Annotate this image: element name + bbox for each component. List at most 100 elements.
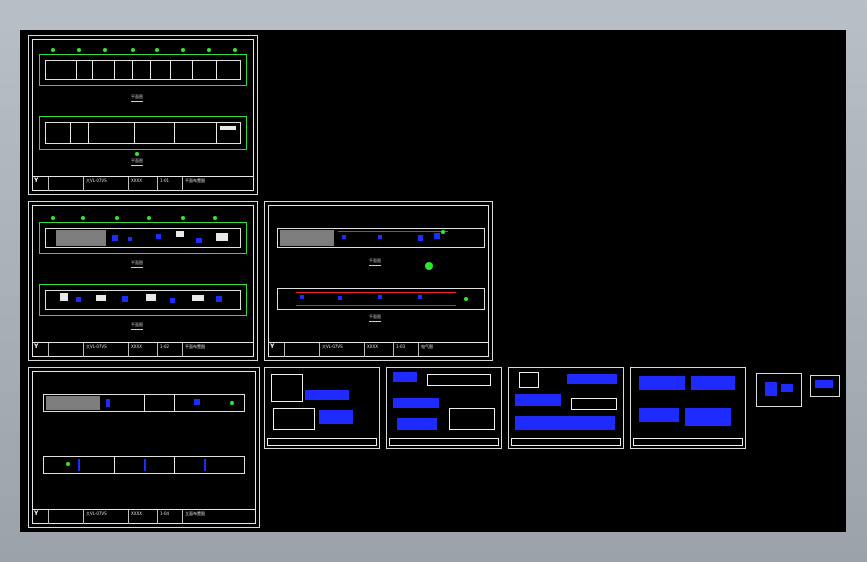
wall (216, 123, 217, 143)
thumb-sheet-1[interactable] (756, 373, 802, 407)
title-block-company (285, 343, 320, 357)
elevation-lower[interactable] (43, 456, 245, 474)
annotation (378, 235, 382, 239)
drawing-sheet-2[interactable]: 平面图 平面图 Y 大VL-07VS XXXX 1-02 平面布置图 (28, 201, 258, 361)
floor-plan-upper[interactable] (45, 228, 241, 248)
axis-marker (155, 48, 159, 52)
title-block-project: 大VL-07VS (84, 343, 129, 357)
title-strip (511, 438, 621, 446)
detail-drawing (571, 398, 617, 410)
highlighted-area (46, 396, 100, 410)
axis-marker (213, 216, 217, 220)
axis-marker (103, 48, 107, 52)
drawing-sheet-1[interactable]: 平面图 平面图 Y 大VL-07VS XXXX 1-01 平面布置图 (28, 35, 258, 195)
title-block-sheet-no: 1-01 (158, 177, 183, 191)
annotation (515, 416, 615, 430)
detail-sheet-4[interactable] (630, 367, 746, 449)
annotation (765, 382, 777, 396)
wall (216, 233, 228, 241)
annotation (216, 296, 222, 302)
fixture (96, 295, 106, 301)
title-block-company (49, 343, 84, 357)
plan-caption: 平面图 (131, 158, 143, 166)
floor-plan-lower[interactable] (277, 288, 485, 310)
annotation (128, 237, 132, 241)
plan-caption: 平面图 (131, 322, 143, 330)
floor-plan-lower[interactable] (45, 290, 241, 310)
axis-marker (147, 216, 151, 220)
axis-marker (81, 216, 85, 220)
wall (134, 123, 135, 143)
wall (174, 395, 175, 411)
plan-caption: 平面图 (131, 94, 143, 102)
elevation-upper[interactable] (43, 394, 245, 412)
wall (92, 61, 93, 79)
annotation (194, 399, 200, 405)
axis-marker (464, 297, 468, 301)
fixture (146, 294, 156, 301)
drawing-sheet-3[interactable]: 平面图 平面图 Y 大VL-07VS XXXX 1-03 电气图 (264, 201, 493, 361)
axis-marker (66, 462, 70, 466)
annotation (639, 376, 685, 390)
axis-marker (131, 48, 135, 52)
annotation (393, 372, 417, 382)
detail-sheet-3[interactable] (508, 367, 624, 449)
wall (132, 61, 133, 79)
title-block-project: 大VL-07VS (84, 177, 129, 191)
annotation (305, 390, 349, 400)
axis-marker (51, 48, 55, 52)
title-block-name: 平面布置图 (185, 344, 205, 349)
annotation (170, 298, 175, 303)
floor-plan-upper[interactable] (45, 60, 241, 80)
title-block-drawing: XXXX (129, 510, 158, 524)
annotation (691, 376, 735, 390)
annotation (196, 238, 202, 243)
highlighted-area (280, 230, 334, 246)
annotation (76, 297, 81, 302)
drawing-canvas[interactable]: 平面图 平面图 Y 大VL-07VS XXXX 1-01 平面布置图 平面图 平… (20, 30, 846, 532)
annotation (434, 233, 440, 239)
annotation (106, 399, 110, 407)
annotation (418, 235, 423, 241)
floor-plan-upper[interactable] (277, 228, 485, 248)
title-block-project: 大VL-07VS (320, 343, 365, 357)
title-block-name: 电气图 (421, 344, 433, 349)
annotation (319, 410, 353, 424)
annotation (156, 234, 161, 239)
annotation (685, 408, 731, 426)
annotation (78, 459, 80, 471)
detail-drawing (271, 374, 303, 402)
annotation (144, 459, 146, 471)
floor-plan-lower[interactable] (45, 122, 241, 144)
highlighted-area (56, 230, 106, 246)
title-strip (633, 438, 743, 446)
axis-marker (207, 48, 211, 52)
drawing-sheet-4[interactable]: Y 大VL-07VS XXXX 1-04 立面布置图 (28, 367, 260, 528)
wall (174, 123, 175, 143)
company-logo: Y (32, 510, 49, 524)
fixture (60, 293, 68, 301)
wall (192, 61, 193, 79)
fixture (220, 126, 236, 130)
company-logo: Y (268, 343, 285, 357)
detail-drawing (449, 408, 495, 430)
axis-marker (441, 230, 445, 234)
circuit-line (296, 292, 456, 293)
company-logo: Y (32, 177, 49, 191)
axis-marker (181, 48, 185, 52)
detail-sheet-1[interactable] (264, 367, 380, 449)
wall (216, 61, 217, 79)
axis-marker (233, 48, 237, 52)
title-block: Y 大VL-07VS XXXX 1-02 平面布置图 (32, 342, 254, 357)
annotation (397, 418, 437, 430)
title-block-name: 平面布置图 (185, 178, 205, 183)
title-block-drawing: XXXX (129, 343, 158, 357)
axis-marker (425, 262, 433, 270)
thumb-sheet-2[interactable] (810, 375, 840, 397)
annotation (112, 235, 118, 241)
cad-viewport[interactable]: 平面图 平面图 Y 大VL-07VS XXXX 1-01 平面布置图 平面图 平… (0, 0, 867, 562)
title-block: Y 大VL-07VS XXXX 1-03 电气图 (268, 342, 489, 357)
detail-sheet-2[interactable] (386, 367, 502, 449)
annotation (418, 295, 422, 299)
plan-caption: 平面图 (369, 258, 381, 266)
